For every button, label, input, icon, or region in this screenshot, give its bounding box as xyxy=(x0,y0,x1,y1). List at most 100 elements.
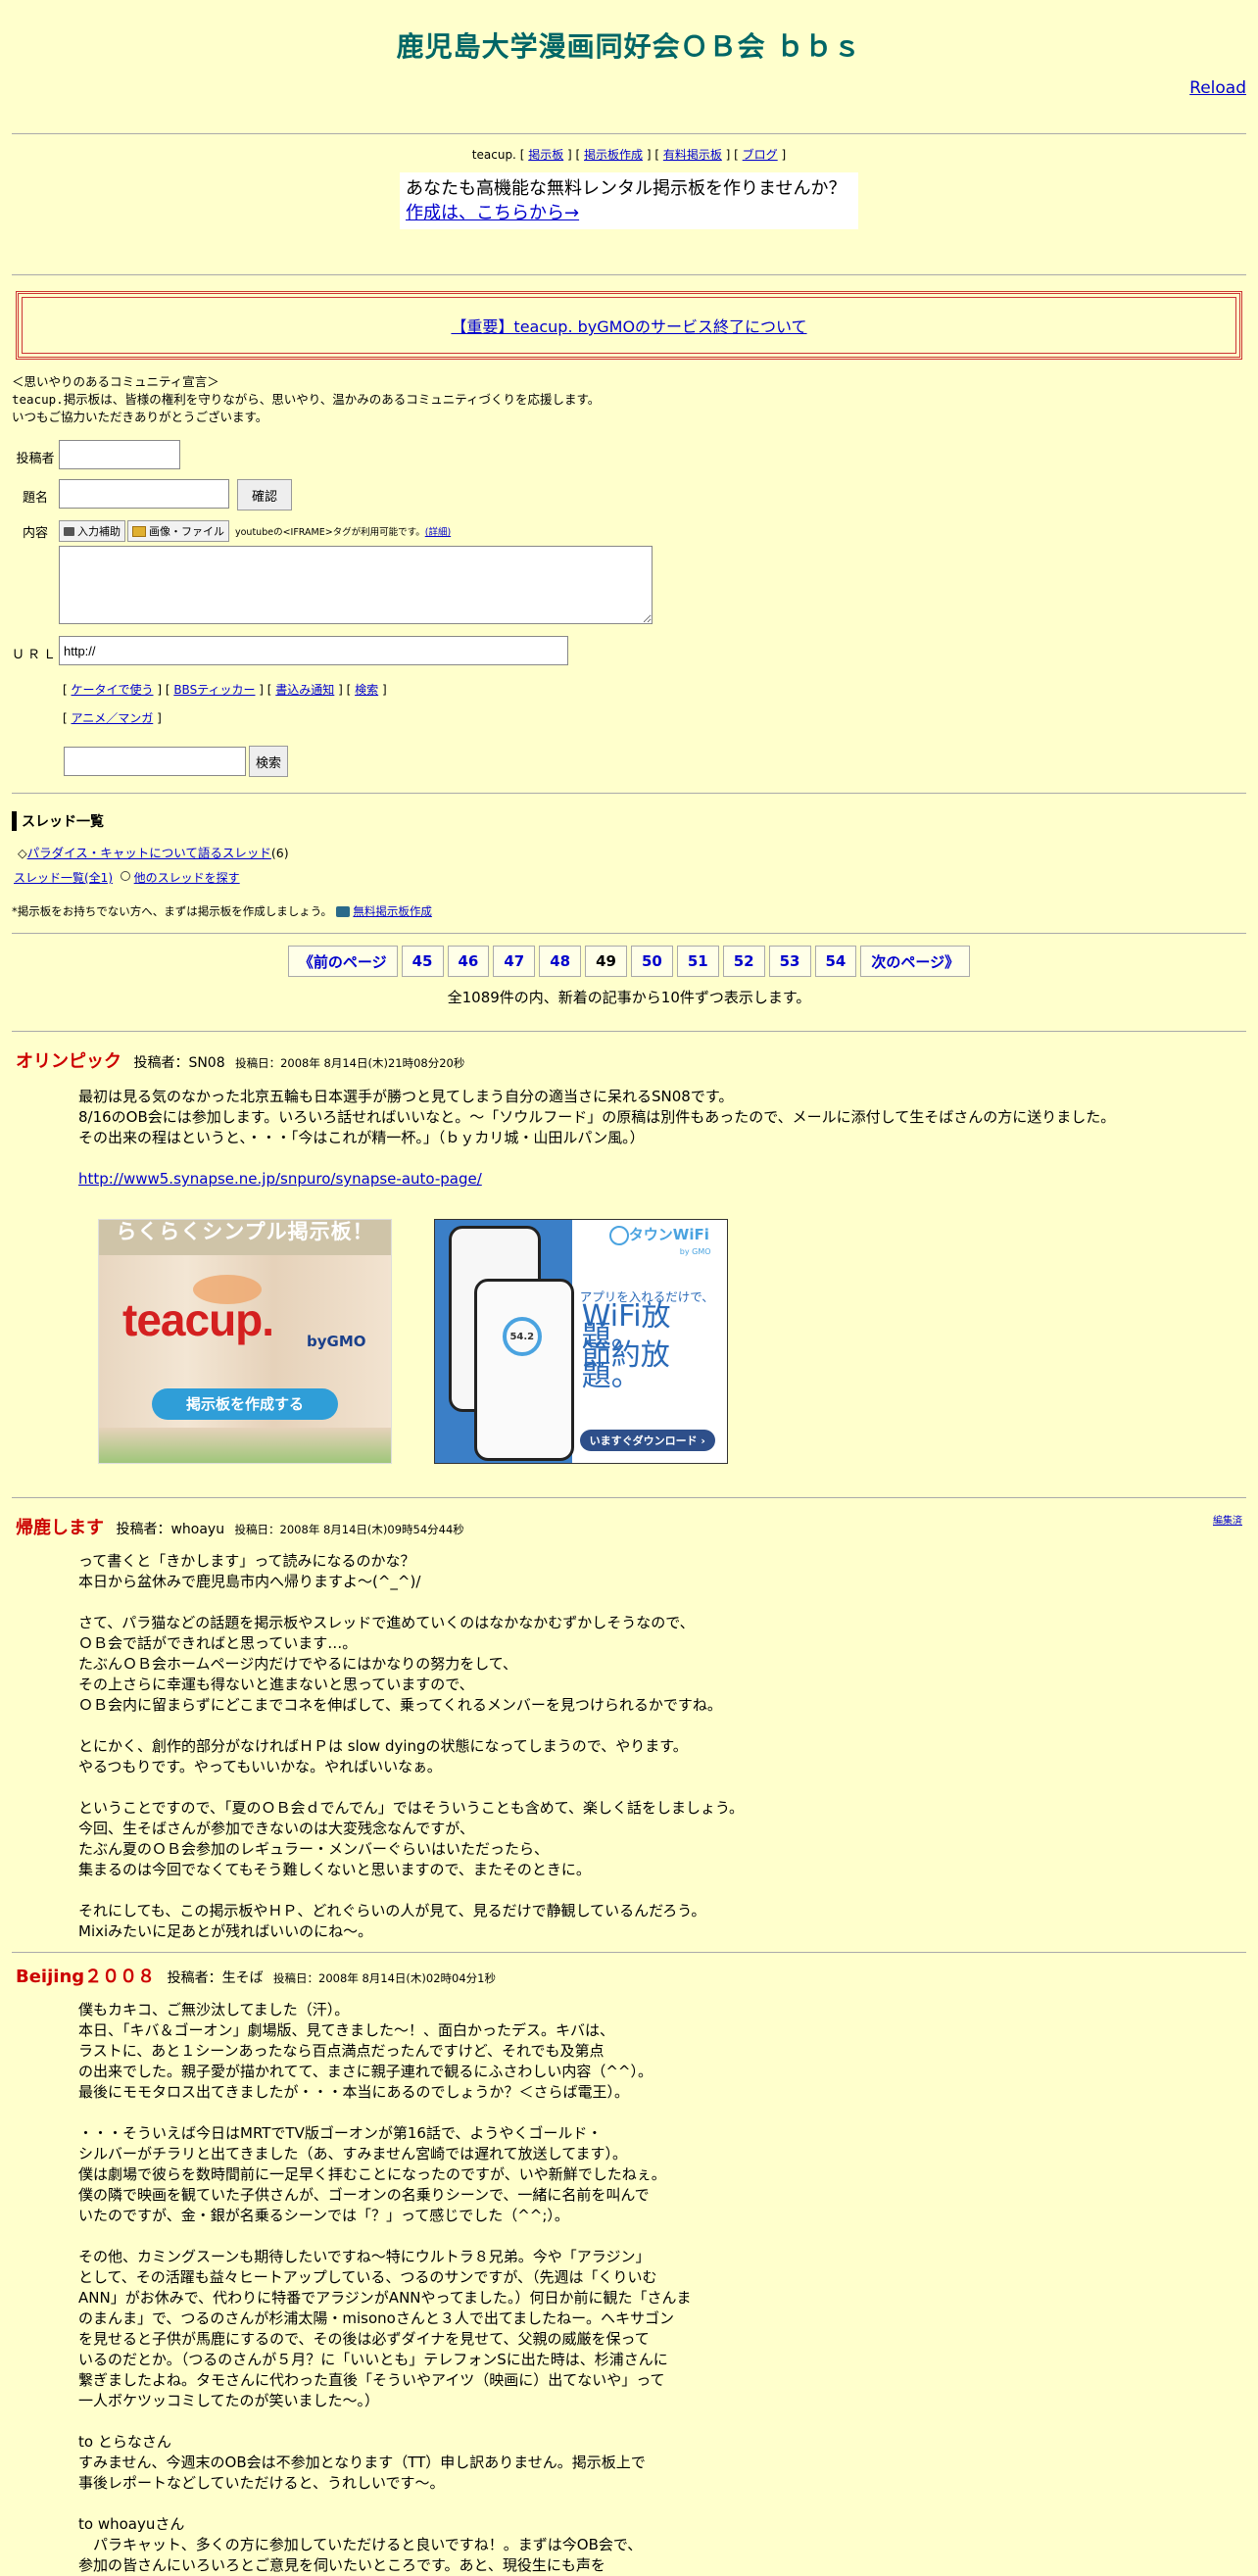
page-49-current: 49 xyxy=(585,946,627,977)
wifi-main-2: 節約放題。 xyxy=(581,1338,670,1393)
page-50[interactable]: 50 xyxy=(631,946,673,977)
ad-box: あなたも高機能な無料レンタル掲示板を作りませんか？ 作成は、こちらから→ xyxy=(400,172,858,229)
post-paragraph: さて、パラ猫などの話題を掲示板やスレッドで進めていくのはなかなかむずかしそうなの… xyxy=(78,1614,722,1714)
name-input[interactable] xyxy=(59,440,180,469)
post-link[interactable]: http://www5.synapse.ne.jp/snpuro/synapse… xyxy=(78,1170,482,1188)
subject-input[interactable] xyxy=(59,479,229,509)
page-46[interactable]: 46 xyxy=(447,946,490,977)
thread-list: スレッド一覧 ◇パラダイス・キャットについて語るスレッド(6) スレッド一覧(全… xyxy=(12,811,1246,919)
post: オリンピック 投稿者：SN08 投稿日：2008年 8月14日(木)21時08分… xyxy=(12,1032,1246,1464)
post-paragraph: 最初は見る気のなかった北京五輪も日本選手が勝つと見てしまう自分の適当さに呆れるS… xyxy=(78,1088,1116,1146)
post-paragraph: その他、カミングスーンも期待したいですね～特にウルトラ８兄弟。今や「アラジン」 … xyxy=(78,2248,692,2409)
name-label: 投稿者 xyxy=(16,452,55,466)
post-paragraph: それにしても、この掲示板やＨＰ、どれぐらいの人が見て、見るだけで静観しているんだ… xyxy=(78,1902,706,1940)
banner-headline: らくらくシンプル掲示板！ xyxy=(116,1220,374,1243)
post-title: オリンピック xyxy=(16,1051,121,1072)
community-declaration: ＜思いやりのあるコミュニティ宣言＞ teacup.掲示板は、皆様の権利を守りなが… xyxy=(12,374,601,424)
teacup-logo: teacup. xyxy=(122,1294,274,1345)
thread-link[interactable]: パラダイス・キャットについて語るスレッド xyxy=(27,846,271,860)
other-threads-link[interactable]: 他のスレッドを探す xyxy=(134,871,240,885)
teacup-bar: teacup. [ 掲示板 ] [ 掲示板作成 ] [ 有料掲示板 ] [ ブロ… xyxy=(471,148,787,162)
post-paragraph: とにかく、創作的部分がなければＨＰは slow dyingの状態になってしまうの… xyxy=(78,1737,688,1775)
notice-link[interactable]: 【重要】teacup. byGMOのサービス終了について xyxy=(451,314,806,337)
mobile-link[interactable]: ケータイで使う xyxy=(72,683,154,697)
post-paragraph: to whoayuさん パラキャット、多くの方に参加していただけると良いですね！… xyxy=(78,2515,643,2574)
page-54[interactable]: 54 xyxy=(814,946,857,977)
promo-text: *掲示板をお持ちでない方へ、まずは掲示板を作成しましょう。 xyxy=(12,904,333,918)
page-52[interactable]: 52 xyxy=(722,946,765,977)
post-paragraph: 僕もカキコ、ご無沙汰してました（汗）。 本日、「キバ＆ゴーオン」劇場版、見てきま… xyxy=(78,2001,653,2101)
page-53[interactable]: 53 xyxy=(768,946,811,977)
url-input[interactable] xyxy=(59,636,568,665)
board-title: 鹿児島大学漫画同好会ＯＢ会 ｂｂｓ xyxy=(396,30,862,63)
post-date: 投稿日：2008年 8月14日(木)09時54分44秒 xyxy=(234,1523,464,1536)
pager: 《前のページ 45 46 47 48 49 50 51 52 53 54 次のペ… xyxy=(12,946,1246,977)
post: 帰鹿します 投稿者：whoayu 投稿日：2008年 8月14日(木)09時54… xyxy=(12,1498,1246,1942)
notice-box: 【重要】teacup. byGMOのサービス終了について xyxy=(16,291,1242,360)
search-input[interactable] xyxy=(64,747,246,776)
wifi-brand-sub: by GMO xyxy=(679,1247,711,1256)
page-47[interactable]: 47 xyxy=(493,946,536,977)
confirm-button[interactable]: 確認 xyxy=(237,479,293,510)
post-paragraph: ということですので、「夏のＯＢ会ｄでんでん」ではそういうことも含めて、楽しく話を… xyxy=(78,1799,745,1878)
post: Beijing２００８ 投稿者：生そば 投稿日：2008年 8月14日(木)02… xyxy=(12,1953,1246,2576)
bbs-icon xyxy=(335,906,350,917)
image-file-button[interactable]: 画像・ファイル xyxy=(127,520,229,542)
teacup-banner[interactable]: らくらくシンプル掲示板！ teacup. byGMO 掲示板を作成する xyxy=(98,1219,392,1464)
post-author: 投稿者：SN08 xyxy=(133,1055,225,1071)
post-author: 投稿者：whoayu xyxy=(116,1522,225,1537)
free-bbs-link[interactable]: 無料掲示板作成 xyxy=(353,904,432,918)
divider xyxy=(12,133,1246,134)
ticker-link[interactable]: BBSティッカー xyxy=(173,683,255,697)
banner-create-button: 掲示板を作成する xyxy=(152,1388,338,1420)
post-paragraph: って書くと「きかします」って読みになるのかな？ 本日から盆休みで鹿児島市内へ帰り… xyxy=(78,1552,421,1590)
post-author: 投稿者：生そば xyxy=(167,1970,264,1986)
speed-gauge: 54.2 xyxy=(502,1317,542,1356)
keyboard-icon xyxy=(64,526,74,536)
teacup-link-board[interactable]: 掲示板 xyxy=(528,148,563,162)
ad-create-link[interactable]: 作成は、こちらから→ xyxy=(406,203,579,223)
post-date: 投稿日：2008年 8月14日(木)21時08分20秒 xyxy=(235,1056,465,1070)
divider xyxy=(12,933,1246,934)
search-button[interactable]: 検索 xyxy=(249,746,289,777)
reload-link[interactable]: Reload xyxy=(1189,78,1246,98)
thread-list-heading: スレッド一覧 xyxy=(12,811,1246,831)
feature-links: [ ケータイで使う ] [ BBSティッカー ] [ 書込み通知 ] [ 検索 … xyxy=(63,683,387,697)
page-45[interactable]: 45 xyxy=(401,946,444,977)
divider xyxy=(12,274,1246,275)
edited-link[interactable]: 編集済 xyxy=(1213,1512,1242,1527)
url-label: ＵＲＬ xyxy=(12,648,60,662)
ad-text: あなたも高機能な無料レンタル掲示板を作りませんか？ xyxy=(406,178,847,199)
prev-page-button[interactable]: 《前のページ xyxy=(287,946,398,977)
input-assist-button[interactable]: 入力補助 xyxy=(59,520,125,542)
phone-front: 54.2 xyxy=(473,1279,574,1461)
genre-link[interactable]: アニメ／マンガ xyxy=(72,711,154,725)
post-count: 全1089件の内、新着の記事から10件ずつ表示します。 xyxy=(447,989,811,1006)
divider xyxy=(12,793,1246,794)
post-paragraph: to とらなさん すみません、今週末のOB会は不参加となります（TT）申し訳あり… xyxy=(78,2433,646,2492)
page-51[interactable]: 51 xyxy=(676,946,719,977)
youtube-note: youtubeの<IFRAME>タグが利用可能です。 xyxy=(235,527,425,538)
next-page-button[interactable]: 次のページ》 xyxy=(860,946,971,977)
townwifi-banner[interactable]: 54.2 タウンWiFi by GMO アプリを入れるだけで、 WiFi放題。 … xyxy=(433,1219,728,1464)
subject-label: 題名 xyxy=(22,491,48,506)
wifi-icon xyxy=(608,1226,629,1245)
search-link[interactable]: 検索 xyxy=(355,683,378,697)
notify-link[interactable]: 書込み通知 xyxy=(275,683,334,697)
teacup-link-blog[interactable]: ブログ xyxy=(743,148,778,162)
gmo-logo: byGMO xyxy=(307,1333,366,1350)
post-title: Beijing２００８ xyxy=(16,1967,156,1987)
page-48[interactable]: 48 xyxy=(539,946,582,977)
content-textarea[interactable] xyxy=(59,546,653,624)
post-form: 投稿者 題名 確認 内容 入力補助 画像・ファイル youtubeの<IFRAM… xyxy=(12,440,1246,777)
content-label: 内容 xyxy=(22,526,48,541)
wifi-download-button: いますぐダウンロード › xyxy=(579,1430,715,1451)
teacup-link-paid[interactable]: 有料掲示板 xyxy=(663,148,722,162)
all-threads-link[interactable]: スレッド一覧(全1) xyxy=(14,871,113,885)
search-icon xyxy=(120,871,130,881)
folder-icon xyxy=(132,525,146,537)
post-title: 帰鹿します xyxy=(16,1518,104,1538)
detail-link[interactable]: (詳細) xyxy=(425,524,451,538)
teacup-link-create[interactable]: 掲示板作成 xyxy=(584,148,643,162)
post-paragraph: ・・・そういえば今日はMRTでTV版ゴーオンが第16話で、ようやくゴールド・ シ… xyxy=(78,2124,666,2224)
